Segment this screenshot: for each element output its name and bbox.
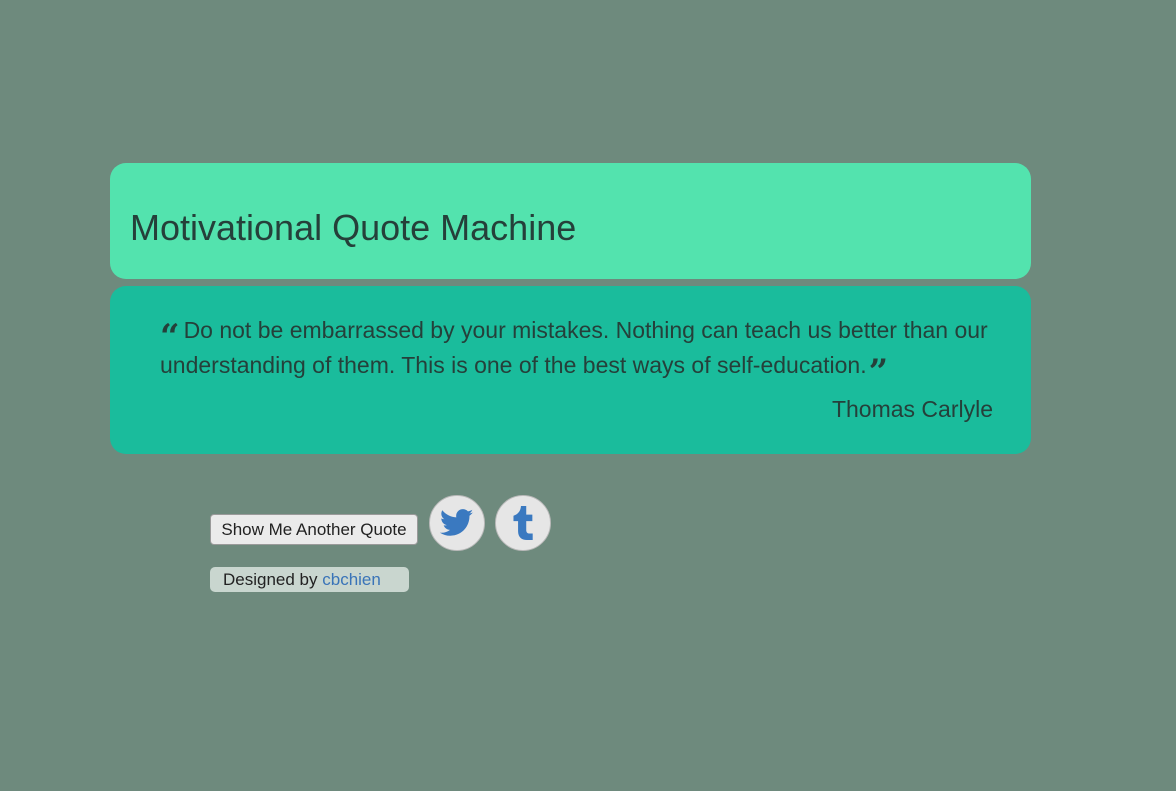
designed-by-label: Designed by (223, 570, 318, 589)
tumblr-icon (513, 506, 533, 540)
quote-text: Do not be embarrassed by your mistakes. … (160, 317, 988, 378)
tweet-button[interactable] (429, 495, 485, 551)
quote-text-block: “Do not be embarrassed by your mistakes.… (160, 317, 988, 392)
designer-link[interactable]: cbchien (322, 570, 381, 589)
designer-credit: Designed by cbchien (210, 567, 409, 592)
quote-panel: “Do not be embarrassed by your mistakes.… (110, 286, 1031, 454)
quote-author: Thomas Carlyle (831, 396, 993, 422)
tumblr-button[interactable] (495, 495, 551, 551)
new-quote-button[interactable]: Show Me Another Quote (210, 514, 418, 545)
twitter-icon (440, 509, 474, 536)
title-panel: Motivational Quote Machine (110, 163, 1031, 279)
page-title: Motivational Quote Machine (130, 207, 577, 248)
